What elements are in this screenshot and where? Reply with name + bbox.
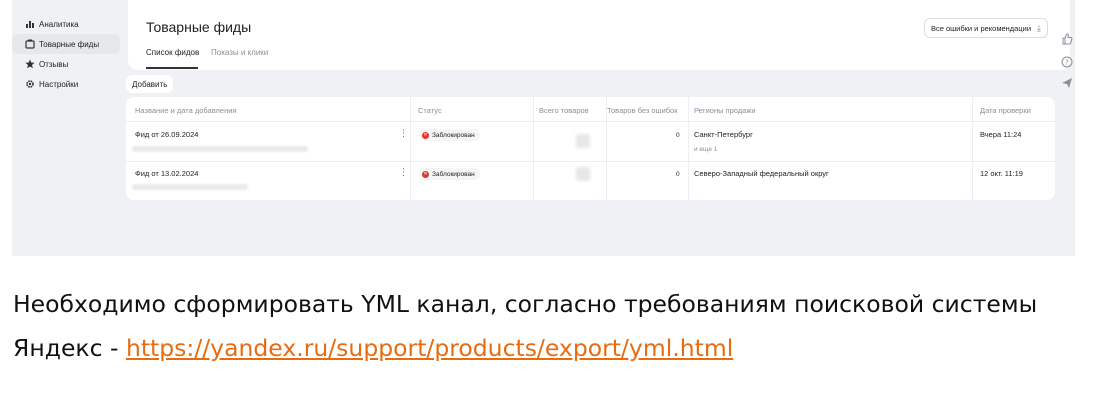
column-divider — [410, 97, 411, 200]
column-header-total[interactable]: Всего товаров — [539, 106, 589, 115]
page-title: Товарные фиды — [146, 19, 252, 35]
sidebar-item-feeds[interactable]: Товарные фиды — [12, 34, 120, 54]
sidebar-item-label: Настройки — [39, 79, 79, 89]
sidebar-item-label: Аналитика — [39, 19, 79, 29]
status-badge: ✕ Заблокирован — [419, 168, 480, 180]
help-icon[interactable]: ? — [1061, 55, 1073, 68]
active-tab-indicator — [146, 67, 198, 69]
add-button[interactable]: Добавить — [126, 75, 174, 93]
column-divider — [533, 97, 534, 200]
status-badge: ✕ Заблокирован — [419, 129, 480, 141]
sidebar-item-label: Отзывы — [39, 59, 69, 69]
more-options-icon[interactable]: ⋮ — [399, 129, 408, 138]
feed-icon — [24, 38, 36, 50]
sidebar-item-settings[interactable]: Настройки — [12, 74, 122, 94]
svg-text:?: ? — [1065, 59, 1069, 67]
yml-requirements-link[interactable]: https://yandex.ru/support/products/expor… — [126, 334, 733, 362]
more-options-icon[interactable]: ⋮ — [399, 168, 408, 177]
feed-url-redacted — [132, 146, 308, 152]
column-header-name[interactable]: Название и дата добавления — [135, 106, 236, 115]
all-errors-label: Все ошибки и рекомендации — [930, 23, 1032, 33]
screenshot-area: Аналитика Товарные фиды Отзывы Настройки… — [12, 0, 1075, 256]
feed-url-redacted — [132, 184, 248, 190]
analytics-icon — [24, 18, 36, 30]
column-header-regions[interactable]: Регионы продажи — [694, 106, 756, 115]
check-date: 12 окт. 11:19 — [980, 169, 1023, 178]
send-icon[interactable] — [1061, 76, 1073, 88]
sidebar-item-label: Товарные фиды — [39, 39, 100, 49]
sidebar-item-reviews[interactable]: Отзывы — [12, 54, 122, 74]
all-errors-button[interactable]: Все ошибки и рекомендации ⤓ — [923, 18, 1048, 38]
feed-name[interactable]: Фид от 13.02.2024 — [135, 169, 198, 178]
tab-feed-list[interactable]: Список фидов — [146, 48, 199, 57]
error-icon: ✕ — [422, 131, 429, 139]
region: Северо-Западный федеральный округ — [694, 169, 829, 178]
column-divider — [972, 97, 973, 200]
sidebar-item-analytics[interactable]: Аналитика — [12, 14, 122, 34]
column-divider — [606, 97, 607, 200]
header-card: Товарные фиды Список фидов Показы и клик… — [128, 0, 1070, 70]
column-header-status[interactable]: Статус — [418, 106, 442, 115]
sidebar: Аналитика Товарные фиды Отзывы Настройки — [12, 14, 122, 94]
status-label: Заблокирован — [432, 131, 475, 139]
row-divider — [126, 161, 1055, 162]
feed-name[interactable]: Фид от 26.09.2024 — [135, 130, 198, 139]
feeds-table: Название и дата добавления Статус Всего … — [126, 97, 1055, 200]
total-count-redacted — [576, 167, 590, 181]
download-icon: ⤓ — [1037, 22, 1041, 33]
gear-icon — [24, 78, 36, 90]
error-icon: ✕ — [422, 170, 429, 178]
status-label: Заблокирован — [432, 170, 475, 178]
thumbs-up-icon[interactable] — [1061, 32, 1073, 45]
no-errors-count: 0 — [676, 171, 680, 178]
column-header-no-errors[interactable]: Товаров без ошибок — [607, 106, 678, 115]
total-count-redacted — [576, 134, 590, 148]
caption-text: Необходимо сформировать YML канал, согла… — [13, 282, 1083, 370]
column-divider — [688, 97, 689, 200]
no-errors-count: 0 — [676, 132, 680, 139]
row-divider — [126, 121, 1055, 122]
star-icon — [24, 58, 36, 70]
column-header-checked[interactable]: Дата проверки — [980, 106, 1031, 115]
region: Санкт-Петербург — [694, 130, 753, 139]
check-date: Вчера 11:24 — [980, 130, 1022, 139]
region-more[interactable]: и еще 1 — [694, 146, 717, 153]
tab-impressions-clicks[interactable]: Показы и клики — [211, 48, 268, 57]
